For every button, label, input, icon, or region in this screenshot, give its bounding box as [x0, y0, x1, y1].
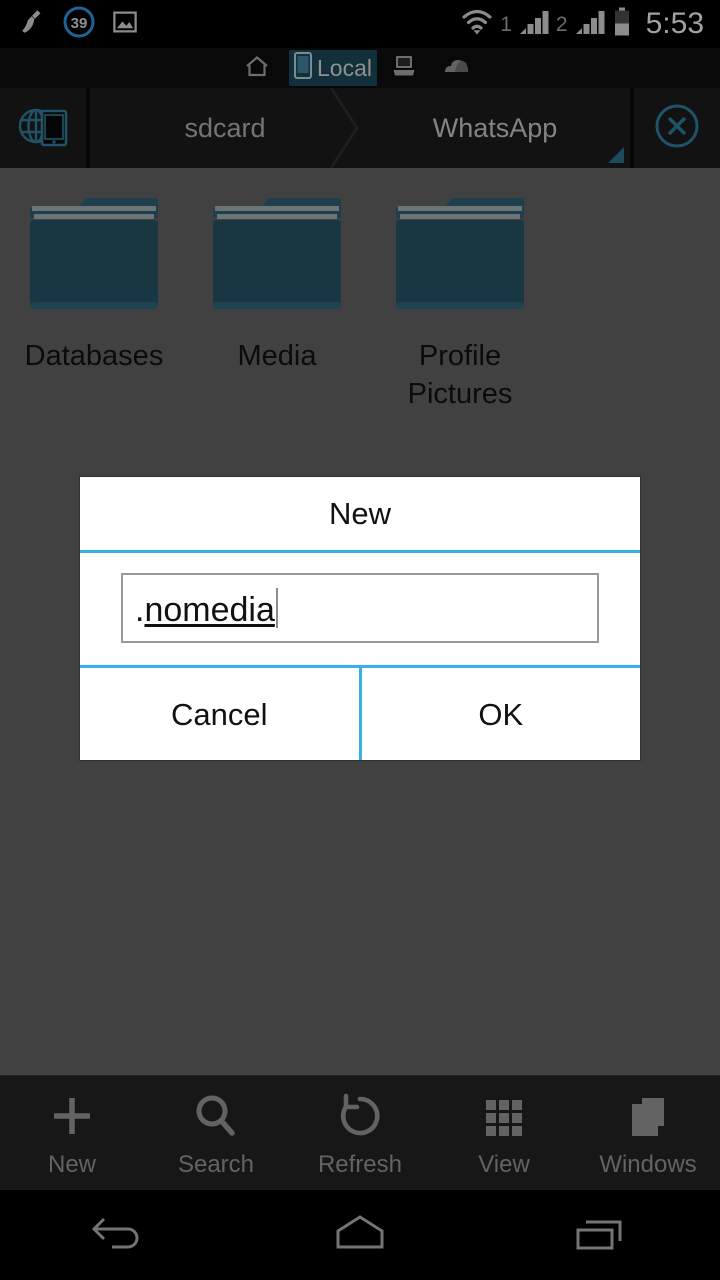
text-caret	[275, 588, 278, 628]
dialog-title: New	[328, 496, 391, 531]
dialog-body: .nomedia	[80, 553, 640, 665]
dialog-actions: Cancel OK	[80, 668, 640, 760]
input-composing-text: nomedia	[144, 591, 275, 629]
phone-screen: 39 1 2 5:53 Local sdcard WhatsApp Databa…	[0, 0, 720, 1280]
dialog-title-bar: New	[80, 477, 640, 550]
new-item-name-input[interactable]: .nomedia	[121, 573, 599, 643]
input-text-value: .nomedia	[135, 588, 278, 628]
ok-button[interactable]: OK	[361, 668, 640, 760]
new-item-dialog: New .nomedia Cancel OK	[80, 477, 640, 760]
cancel-button[interactable]: Cancel	[80, 668, 359, 760]
